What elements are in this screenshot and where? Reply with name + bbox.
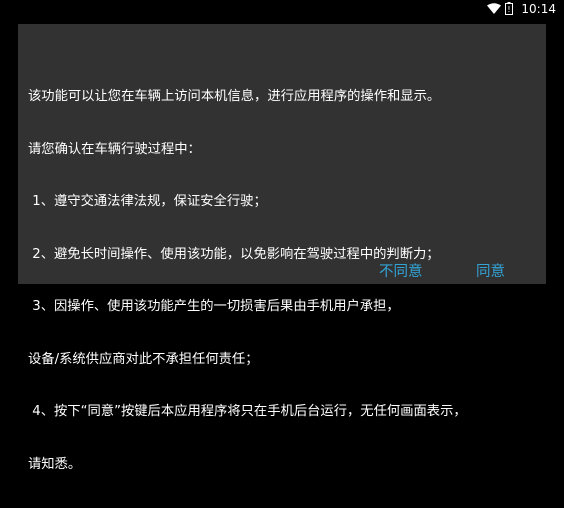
- dialog-message-line: 1、遵守交通法律法规，保证安全行驶；: [28, 194, 267, 209]
- status-icons: ! 10:14: [487, 0, 556, 17]
- dialog-message-line: 该功能可以让您在车辆上访问本机信息，进行应用程序的操作和显示。: [28, 89, 441, 104]
- clock: 10:14: [521, 1, 556, 16]
- dialog-message-line: 请知悉。: [28, 456, 82, 472]
- agree-button[interactable]: 同意: [476, 260, 505, 281]
- dialog-message-line: 3、因操作、使用该功能产生的一切损害后果由手机用户承担，: [28, 299, 400, 314]
- dialog-message: 该功能可以让您在车辆上访问本机信息，进行应用程序的操作和显示。 请您确认在车辆行…: [28, 53, 540, 508]
- permission-dialog: 该功能可以让您在车辆上访问本机信息，进行应用程序的操作和显示。 请您确认在车辆行…: [18, 24, 546, 472]
- status-bar: ! 10:14: [0, 0, 564, 17]
- dialog-message-line: 4、按下“同意”按键后本应用程序将只在手机后台运行，无任何画面表示，: [28, 404, 467, 419]
- dialog-message-line: 请您确认在车辆行驶过程中：: [28, 141, 201, 157]
- wifi-icon: [487, 3, 502, 14]
- disagree-button[interactable]: 不同意: [379, 260, 423, 281]
- dialog-message-line: 设备/系统供应商对此不承担任何责任；: [28, 351, 259, 367]
- battery-icon: !: [505, 2, 514, 15]
- svg-text:!: !: [508, 5, 511, 14]
- dialog-message-line: 2、避免长时间操作、使用该功能，以免影响在驾驶过程中的判断力；: [28, 246, 440, 262]
